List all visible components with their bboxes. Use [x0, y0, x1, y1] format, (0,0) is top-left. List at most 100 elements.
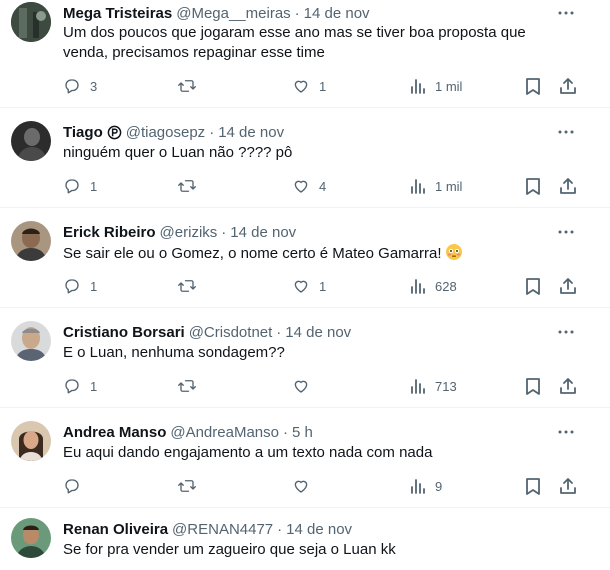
retweet-icon: [178, 180, 196, 192]
timestamp[interactable]: 14 de nov: [230, 224, 296, 241]
retweet-button[interactable]: [177, 176, 197, 196]
reply-count: 1: [90, 378, 98, 394]
timestamp[interactable]: 14 de nov: [218, 124, 284, 141]
views-button[interactable]: 1 mil: [410, 76, 462, 96]
views-button[interactable]: 713: [410, 376, 457, 396]
reply-item[interactable]: Tiago @tiagosepz · 14 de nov ninguém que…: [0, 108, 610, 208]
views-count: 628: [435, 278, 457, 294]
bookmark-button[interactable]: [525, 376, 541, 396]
retweet-button[interactable]: [177, 376, 197, 396]
reply-text-wrap: Se sair ele ou o Gomez, o nome certo é M…: [63, 243, 553, 267]
more-icon[interactable]: [556, 222, 576, 242]
avatar[interactable]: [11, 121, 51, 161]
reply-text: ninguém quer o Luan não ???? pô: [63, 144, 293, 161]
author-handle[interactable]: @eriziks: [160, 224, 218, 241]
reply-count: 3: [90, 78, 98, 94]
reply-icon: [65, 479, 79, 494]
like-button[interactable]: [292, 376, 319, 396]
separator-dot: ·: [277, 520, 283, 538]
share-button[interactable]: [559, 176, 577, 196]
timestamp[interactable]: 14 de nov: [286, 521, 352, 538]
reply-button[interactable]: [63, 476, 90, 496]
author-handle[interactable]: @Crisdotnet: [189, 324, 273, 341]
separator-dot: ·: [282, 423, 288, 441]
more-icon[interactable]: [556, 122, 576, 142]
bookmark-button[interactable]: [525, 176, 541, 196]
bookmark-icon: [526, 178, 540, 195]
author-handle[interactable]: @AndreaManso: [170, 424, 279, 441]
views-button[interactable]: 9: [410, 476, 442, 496]
bookmark-icon: [526, 478, 540, 495]
avatar[interactable]: [11, 421, 51, 461]
reply-count: 1: [90, 278, 98, 294]
author-handle[interactable]: @Mega__meiras: [176, 5, 290, 22]
more-icon[interactable]: [556, 322, 576, 342]
share-button[interactable]: [559, 376, 577, 396]
retweet-icon: [178, 80, 196, 92]
retweet-button[interactable]: [177, 76, 197, 96]
author-name[interactable]: Andrea Manso: [63, 424, 166, 441]
reply-button[interactable]: 3: [63, 76, 97, 96]
reply-text: Um dos poucos que jogaram esse ano mas s…: [63, 24, 526, 61]
reply-item[interactable]: Mega Tristeiras @Mega__meiras · 14 de no…: [0, 0, 610, 108]
like-button[interactable]: 4: [292, 176, 326, 196]
reply-item[interactable]: Renan Oliveira @RENAN4477 · 14 de nov Se…: [0, 508, 610, 570]
author-handle[interactable]: @RENAN4477: [172, 521, 273, 538]
timestamp[interactable]: 14 de nov: [304, 5, 370, 22]
timestamp[interactable]: 14 de nov: [285, 324, 351, 341]
separator-dot: ·: [294, 4, 300, 22]
reply-button[interactable]: 1: [63, 176, 97, 196]
share-button[interactable]: [559, 276, 577, 296]
share-icon: [560, 378, 576, 394]
like-count: 1: [319, 278, 327, 294]
reply-item[interactable]: Erick Ribeiro @eriziks · 14 de nov Se sa…: [0, 208, 610, 308]
like-icon: [294, 480, 308, 493]
reply-icon: [65, 79, 79, 94]
like-button[interactable]: 1: [292, 276, 326, 296]
retweet-button[interactable]: [177, 276, 197, 296]
timestamp[interactable]: 5 h: [292, 424, 313, 441]
views-button[interactable]: 628: [410, 276, 457, 296]
like-icon: [294, 380, 308, 393]
share-button[interactable]: [559, 476, 577, 496]
avatar[interactable]: [11, 221, 51, 261]
retweet-icon: [178, 280, 196, 292]
like-button[interactable]: [292, 476, 319, 496]
more-icon[interactable]: [556, 3, 576, 23]
reply-text: E o Luan, nenhuma sondagem??: [63, 344, 285, 361]
author-name[interactable]: Mega Tristeiras: [63, 5, 172, 22]
bookmark-button[interactable]: [525, 276, 541, 296]
action-bar: 3 1 1 mil: [63, 76, 583, 96]
avatar[interactable]: [11, 2, 51, 42]
separator-dot: ·: [276, 323, 282, 341]
reply-item[interactable]: Cristiano Borsari @Crisdotnet · 14 de no…: [0, 308, 610, 408]
bookmark-button[interactable]: [525, 476, 541, 496]
author-name[interactable]: Renan Oliveira: [63, 521, 168, 538]
retweet-button[interactable]: [177, 476, 197, 496]
views-count: 1 mil: [435, 78, 463, 94]
like-button[interactable]: 1: [292, 76, 326, 96]
reply-button[interactable]: 1: [63, 376, 97, 396]
like-count: 4: [319, 178, 327, 194]
author-name[interactable]: Tiago: [63, 124, 103, 141]
views-icon: [411, 79, 425, 94]
avatar[interactable]: [11, 321, 51, 361]
author-name[interactable]: Erick Ribeiro: [63, 224, 156, 241]
share-icon: [560, 478, 576, 494]
retweet-icon: [178, 480, 196, 492]
bookmark-button[interactable]: [525, 76, 541, 96]
views-button[interactable]: 1 mil: [410, 176, 462, 196]
reply-button[interactable]: 1: [63, 276, 97, 296]
views-count: 9: [435, 478, 443, 494]
more-icon[interactable]: [556, 422, 576, 442]
action-bar: 1 713: [63, 376, 583, 396]
reply-text: Se for pra vender um zagueiro que seja o…: [63, 541, 396, 558]
reply-item[interactable]: Andrea Manso @AndreaManso · 5 h Eu aqui …: [0, 408, 610, 508]
author-name[interactable]: Cristiano Borsari: [63, 324, 185, 341]
author-handle[interactable]: @tiagosepz: [126, 124, 205, 141]
avatar[interactable]: [11, 518, 51, 558]
share-button[interactable]: [559, 76, 577, 96]
share-icon: [560, 278, 576, 294]
bookmark-icon: [526, 378, 540, 395]
retweet-icon: [178, 380, 196, 392]
